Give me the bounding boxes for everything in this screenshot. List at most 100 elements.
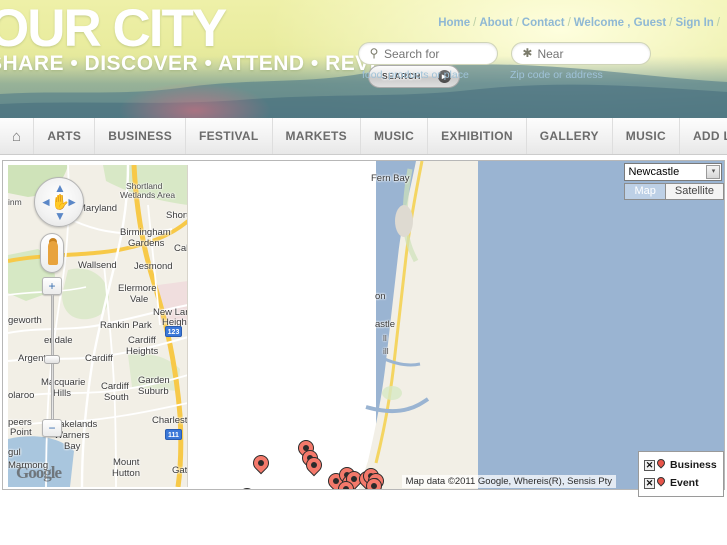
site-logo[interactable]: OUR CITY SHARE • DISCOVER • ATTEND • REV…: [0, 2, 411, 74]
top-link-about[interactable]: About: [479, 17, 512, 29]
map-label: Charlest: [152, 415, 188, 426]
map-label: Rankin Park: [100, 320, 152, 331]
map-label: ll: [383, 333, 387, 343]
top-link-contact[interactable]: Contact: [522, 17, 565, 29]
zoom-in-button[interactable]: +: [42, 277, 62, 295]
city-select[interactable]: Newcastle ▾: [624, 163, 723, 181]
map-marker[interactable]: [235, 484, 259, 489]
home-icon: ⌂: [12, 127, 22, 145]
top-link-sep: /: [473, 17, 477, 29]
legend-label-business: Business: [670, 459, 717, 471]
zoom-out-button[interactable]: −: [42, 419, 62, 437]
map-label: Cardiff: [101, 381, 129, 392]
search-what-field[interactable]: ⚲: [358, 42, 498, 65]
nav-item-festival[interactable]: FESTIVAL: [186, 118, 273, 154]
marker-pin: [235, 484, 259, 489]
map-label: on: [375, 291, 386, 302]
google-logo: Google: [16, 463, 62, 482]
top-link-signin[interactable]: Sign In: [675, 17, 713, 29]
legend-checkbox-business[interactable]: ✕: [644, 459, 655, 471]
map-label: Elermore: [118, 283, 157, 294]
search-where-field[interactable]: ✱: [511, 42, 652, 65]
map-label: Wallsend: [78, 260, 117, 271]
nav-item-business[interactable]: BUSINESS: [95, 118, 186, 154]
map-type-controls: Newcastle ▾ Map Satellite: [624, 163, 724, 200]
top-link-home[interactable]: Home: [438, 17, 470, 29]
map-label: Point: [10, 427, 32, 438]
legend-checkbox-event[interactable]: ✕: [644, 477, 655, 489]
map-label: Hutton: [112, 468, 140, 479]
top-link-welcome-guest[interactable]: Welcome , Guest: [574, 17, 666, 29]
map-label: Bay: [64, 441, 81, 452]
hand-icon[interactable]: ✋: [51, 193, 70, 211]
map-label: Garden: [138, 375, 170, 386]
map-label: Mount: [113, 457, 140, 468]
map-type-satellite-button[interactable]: Satellite: [664, 183, 724, 200]
marker-dot: [311, 462, 317, 468]
map-attribution: Map data ©2011 Google, Whereis(R), Sensi…: [401, 475, 616, 488]
map-label: astle: [375, 319, 396, 330]
search-bar: ⚲ ✱ SEARCH ►: [358, 42, 727, 88]
map-container[interactable]: Shortland Wetlands Area Maryland Shortla…: [2, 160, 725, 490]
map-marker[interactable]: [362, 474, 386, 489]
highway-shield: 123: [165, 326, 182, 337]
map-zoom-control[interactable]: + −: [42, 277, 62, 437]
map-pan-control[interactable]: ▲ ▼ ◄ ► ✋: [34, 177, 84, 227]
legend-item-business[interactable]: ✕ Business: [644, 456, 719, 474]
pegman-body: [48, 241, 58, 265]
map-label: geworth: [8, 315, 42, 326]
map-label: Vale: [130, 294, 149, 305]
nav-item-home[interactable]: ⌂: [0, 118, 35, 154]
top-link-sep: /: [716, 17, 720, 29]
map-marker[interactable]: [302, 453, 326, 483]
marker-pin-icon: [655, 456, 667, 472]
map-label: Heights: [126, 346, 159, 357]
map-marker[interactable]: [334, 477, 358, 489]
nav-item-music[interactable]: MUSIC: [361, 118, 429, 154]
top-link-sep: /: [567, 17, 571, 29]
top-link-sep: /: [515, 17, 519, 29]
map-type-map-button[interactable]: Map: [624, 183, 665, 200]
pan-down-icon[interactable]: ▼: [54, 210, 66, 222]
nav-item-arts[interactable]: ARTS: [34, 118, 96, 154]
map-label: Gate: [172, 465, 188, 476]
map-label: ill: [383, 346, 389, 356]
map-label: Cali: [174, 243, 187, 254]
site-header: OUR CITY SHARE • DISCOVER • ATTEND • REV…: [0, 0, 727, 118]
map-label: Jesmond: [134, 261, 173, 272]
map-label: South: [104, 392, 129, 403]
city-select-value: Newcastle: [628, 166, 680, 178]
map-marker[interactable]: [249, 451, 273, 481]
map-label: inm: [8, 197, 22, 207]
zoom-slider-handle[interactable]: [44, 355, 60, 364]
nav-item-gallery[interactable]: GALLERY: [527, 118, 613, 154]
marker-pin-icon: [655, 474, 667, 490]
search-where-hint: Zip code or address: [510, 69, 603, 81]
map-label: Fern Bay: [371, 173, 410, 184]
nav-item-exhibition[interactable]: EXHIBITION: [428, 118, 527, 154]
legend-label-event: Event: [670, 477, 699, 489]
asterisk-icon: ✱: [522, 46, 533, 60]
map-label: Birmingham: [120, 227, 171, 238]
search-icon: ⚲: [369, 46, 379, 60]
nav-item-markets[interactable]: MARKETS: [273, 118, 361, 154]
search-where-input[interactable]: [537, 43, 646, 64]
map-label: Suburb: [138, 386, 169, 397]
street-view-pegman-icon[interactable]: [40, 233, 64, 273]
nav-item-music-2[interactable]: MUSIC: [613, 118, 680, 154]
logo-title: OUR CITY: [0, 0, 227, 58]
search-what-input[interactable]: [384, 43, 492, 64]
legend-item-event[interactable]: ✕ Event: [644, 474, 719, 492]
chevron-down-icon[interactable]: ▾: [706, 165, 721, 179]
map-legend: ✕ Business ✕ Event: [638, 451, 724, 497]
map-inset-tiles[interactable]: Shortland Wetlands Area Maryland Shortla…: [8, 165, 188, 487]
map-label: olaroo: [8, 390, 35, 401]
map-type-buttons: Map Satellite: [624, 183, 724, 200]
top-navigation-links: Home / About / Contact / Welcome , Guest / Sign …: [438, 17, 723, 29]
search-what-hint: food, products or place: [362, 69, 469, 81]
nav-item-add-listing[interactable]: ADD LISTING: [680, 118, 727, 154]
map-label: Shortla: [166, 210, 187, 221]
logo-tagline: SHARE • DISCOVER • ATTEND • REVIEW: [0, 52, 411, 75]
main-navigation: ⌂ ARTS BUSINESS FESTIVAL MARKETS MUSIC E…: [0, 118, 727, 155]
map-label: Gardens: [128, 238, 165, 249]
